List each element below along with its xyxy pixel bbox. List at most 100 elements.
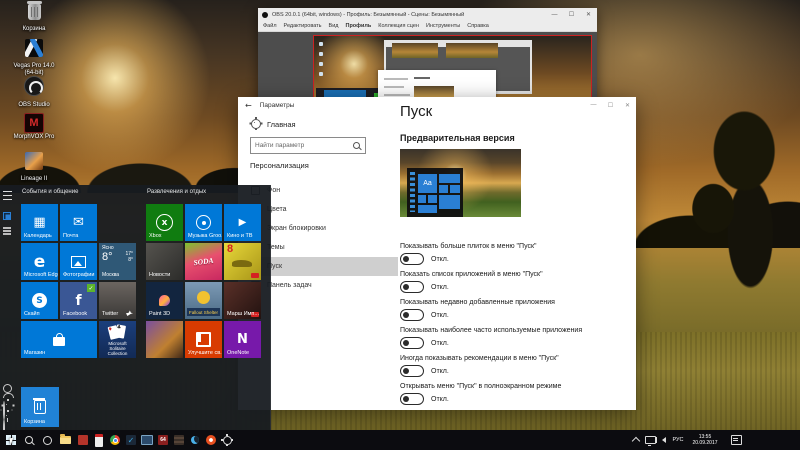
tile-label: Microsoft Solitaire Collection [101, 341, 134, 356]
settings-search-input[interactable]: Найти параметр [250, 137, 366, 154]
twitter-bird-icon [126, 310, 133, 316]
toggle-switch[interactable] [400, 365, 424, 377]
toggle-switch[interactable] [400, 281, 424, 293]
taskbar-check-app[interactable]: ✓ [124, 433, 138, 447]
taskbar-moon-app[interactable] [188, 433, 202, 447]
obs-menu-item[interactable]: Вид [329, 23, 339, 29]
check-badge: ✓ [87, 284, 95, 292]
all-apps-icon[interactable] [3, 227, 11, 229]
tile-office[interactable]: Улучшите св... [185, 321, 222, 358]
cortana-icon [43, 436, 52, 445]
tile-facebook[interactable]: f ✓ Facebook [60, 282, 97, 319]
tile-edge[interactable]: e Microsoft Edge [21, 243, 58, 280]
settings-section-label: Персонализация [250, 161, 309, 170]
obs-minimize-button[interactable]: — [546, 8, 563, 21]
user-account-icon[interactable] [3, 384, 12, 393]
toggle-label: Показывать недавно добавленные приложени… [400, 299, 630, 306]
desktop-icon-vegas-pro[interactable]: Vegas Pro 14.0 (64-bit) [10, 38, 58, 77]
settings-home-nav[interactable]: Главная [251, 119, 296, 129]
settings-close-button[interactable]: ✕ [619, 99, 636, 112]
taskbar-vegas-64[interactable]: 64 [156, 433, 170, 447]
desktop-icon-lineage[interactable]: Lineage II [10, 151, 58, 183]
obs-menu-item[interactable]: Инструменты [426, 23, 460, 29]
tile-solitaire[interactable]: ♦♣ Microsoft Solitaire Collection [99, 321, 136, 358]
tile-calendar[interactable]: ▦ Календарь [21, 204, 58, 241]
tile-store[interactable]: Магазин [21, 321, 97, 358]
tile-onenote[interactable]: N OneNote [224, 321, 261, 358]
taskbar-capture-app[interactable] [140, 433, 154, 447]
taskbar-grid-app[interactable] [172, 433, 186, 447]
tile-groove-music[interactable]: Музыка Groo... [185, 204, 222, 241]
tile-xbox[interactable]: x Xbox [146, 204, 183, 241]
desktop-icon-morphvox[interactable]: M MorphVOX Pro [10, 113, 58, 141]
tile-knight-game[interactable] [146, 321, 183, 358]
fallout-logo: Fallout Shelter [187, 308, 220, 316]
settings-titlebar[interactable]: ← Параметры — ☐ ✕ [238, 97, 636, 113]
tile-twitter[interactable]: Twitter [99, 282, 136, 319]
obs-menu-item[interactable]: Коллекция сцен [378, 23, 419, 29]
tile-march-of-empires[interactable]: Марш Имп... [224, 282, 261, 319]
toggle-switch[interactable] [400, 393, 424, 405]
obs-menu-item[interactable]: Редактировать [284, 23, 322, 29]
tile-skype[interactable]: S Скайп [21, 282, 58, 319]
settings-gear-icon[interactable] [3, 402, 15, 420]
toggle-row: Показывать наиболее часто используемые п… [400, 327, 630, 349]
taskbar-chrome[interactable] [108, 433, 122, 447]
vegas-pro-icon [25, 39, 43, 57]
tile-candy-crush-soda[interactable]: SODA [185, 243, 222, 280]
red-app-icon [78, 435, 88, 445]
toggle-row: Показывать недавно добавленные приложени… [400, 299, 630, 321]
taskbar-document-app[interactable] [92, 433, 106, 447]
tile-label: Новости [149, 272, 170, 278]
taskbar-file-explorer[interactable] [58, 433, 72, 447]
toggle-state: Откл. [431, 284, 449, 291]
toggle-label: Иногда показывать рекомендации в меню "П… [400, 355, 630, 362]
tile-paint-3d[interactable]: Paint 3D [146, 282, 183, 319]
desktop-icon-recycle-bin[interactable]: Корзина [10, 2, 58, 33]
obs-titlebar[interactable]: OBS 20.0.1 (64bit, windows) - Профиль: Б… [258, 8, 597, 21]
toggle-state: Откл. [431, 340, 449, 347]
tray-volume-icon[interactable] [658, 430, 670, 450]
settings-minimize-button[interactable]: — [585, 99, 602, 112]
obs-maximize-button[interactable]: ☐ [563, 8, 580, 21]
tile-recycle-bin[interactable]: Корзина [21, 387, 59, 427]
back-arrow-icon[interactable]: ← [245, 101, 252, 110]
desktop-screen: Корзина Vegas Pro 14.0 (64-bit) OBS Stud… [0, 0, 800, 450]
morphvox-icon: M [24, 113, 44, 133]
taskbar-settings-app[interactable] [220, 433, 234, 447]
tile-movies-tv[interactable]: ▶ Кино и ТВ [224, 204, 261, 241]
taskbar-orange-app[interactable] [204, 433, 218, 447]
obs-menu-item[interactable]: Файл [263, 23, 277, 29]
action-center-button[interactable] [728, 430, 744, 450]
obs-menu-item[interactable]: Справка [467, 23, 489, 29]
toggle-switch[interactable] [400, 337, 424, 349]
desktop-icon-label: Корзина [10, 26, 58, 33]
tile-mail[interactable]: ✉ Почта [60, 204, 97, 241]
desktop-icon-obs-studio[interactable]: OBS Studio [10, 76, 58, 109]
tile-label: OneNote [227, 350, 249, 356]
tile-fallout-shelter[interactable]: Fallout Shelter [185, 282, 222, 319]
tile-weather[interactable]: Ясно 8° 17°8° Москва [99, 243, 136, 280]
tile-news[interactable]: Новости [146, 243, 183, 280]
obs-close-button[interactable]: ✕ [580, 8, 597, 21]
obs-menu-item[interactable]: Профиль [345, 23, 371, 29]
preview-aa-tile: Aa [418, 174, 437, 193]
taskbar-clock[interactable]: 13:5520.09.2017 [688, 430, 722, 450]
mini-desktop-icon [319, 72, 323, 76]
start-button[interactable] [4, 433, 18, 447]
language-indicator[interactable]: РУС [670, 430, 686, 450]
tile-group-header: Развлечения и отдых [147, 189, 206, 195]
hamburger-menu-icon[interactable] [3, 191, 12, 200]
sidebar-item-label: Панель задач [267, 282, 312, 289]
tile-asphalt-8[interactable]: 8 [224, 243, 261, 280]
pinned-tiles-icon[interactable] [3, 212, 11, 220]
toggle-switch[interactable] [400, 309, 424, 321]
tray-expand-button[interactable] [630, 430, 642, 450]
weather-high-low: 17°8° [125, 251, 133, 263]
taskbar-search-button[interactable] [22, 433, 36, 447]
toggle-switch[interactable] [400, 253, 424, 265]
taskbar-red-app[interactable] [76, 433, 90, 447]
taskbar-cortana-button[interactable] [40, 433, 54, 447]
tile-photos[interactable]: Фотографии [60, 243, 97, 280]
settings-maximize-button[interactable]: ☐ [602, 99, 619, 112]
